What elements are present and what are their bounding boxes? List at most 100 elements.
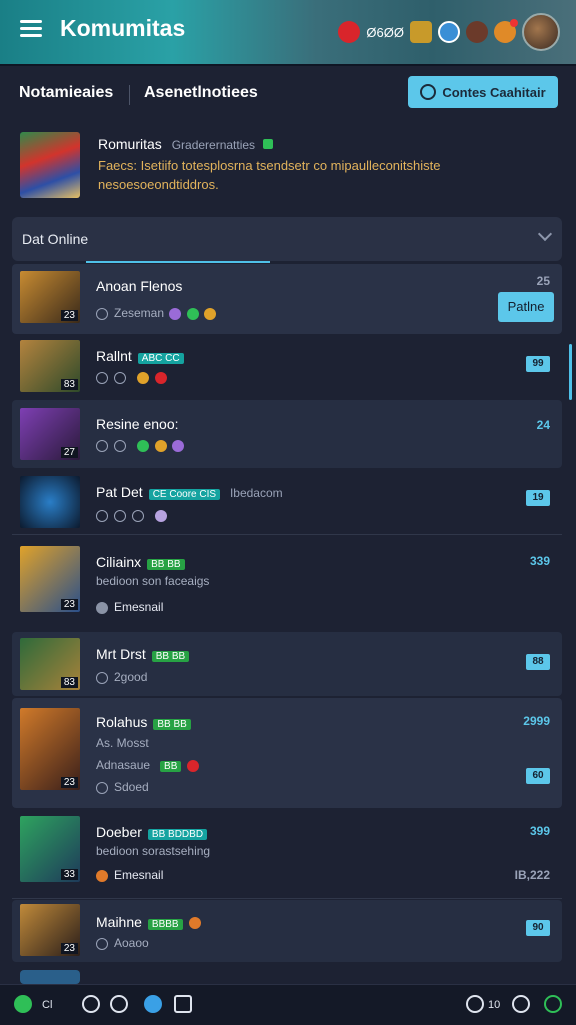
member-status: Emesnail <box>96 868 163 882</box>
member-count: 25 <box>536 274 550 288</box>
member-name: Anoan Flenos <box>96 278 183 294</box>
list-item[interactable]: 23 Maihne BBBB Aoaoo 90 <box>12 900 562 962</box>
member-name: Doeber BB BDDBD <box>96 824 208 840</box>
profile-icon[interactable] <box>544 995 562 1013</box>
app-title: Komumitas <box>60 15 186 41</box>
avatar: 33 <box>20 816 80 882</box>
notification-icon[interactable] <box>338 21 361 43</box>
check-icon <box>96 371 108 384</box>
member-sub: bedioon son faceaigs <box>96 574 210 588</box>
member-count-2: IB,222 <box>514 868 550 882</box>
profile-icon[interactable] <box>466 21 488 43</box>
member-sub <box>96 438 185 452</box>
globe-icon[interactable] <box>438 21 460 43</box>
chevron-down-icon <box>537 226 553 242</box>
chat-icon[interactable] <box>82 995 100 1013</box>
check-icon <box>96 307 108 320</box>
member-sub: 2good <box>96 670 147 684</box>
shield-icon <box>114 371 126 384</box>
game-icon[interactable] <box>110 995 128 1013</box>
member-name-text: Ciliainx <box>96 554 142 570</box>
member-badge: BB BB <box>153 719 191 730</box>
bottom-bar: Cl 10 <box>0 984 576 1025</box>
emoji-icon <box>137 439 150 452</box>
bottom-label: Cl <box>42 999 53 1011</box>
member-count: 88 <box>526 654 550 670</box>
list-item[interactable]: 23 Anoan Flenos Zeseman 25 Patlne <box>12 264 562 334</box>
menu-icon[interactable] <box>20 20 42 38</box>
list-item[interactable]: 33 Doeber BB BDDBD bedioon sorastsehing E… <box>12 812 562 898</box>
tab-notifications[interactable]: Notamieaies <box>19 84 113 102</box>
community-name-text: Romuritas <box>98 136 162 152</box>
avatar: 27 <box>20 408 80 460</box>
list-item[interactable]: 23 Ciliainx BB BB bedioon son faceaigs Em… <box>12 540 562 626</box>
gallery-icon[interactable] <box>174 995 192 1013</box>
tab-divider <box>129 85 130 105</box>
emoji-icon <box>169 307 182 320</box>
member-status: Emesnail <box>96 600 163 614</box>
list-item[interactable]: 83 Rallnt ABC CC 99 <box>12 336 562 396</box>
community-header: Romuritas Graderernatties Faecs: Isetiif… <box>20 132 560 200</box>
scrollbar[interactable] <box>569 344 572 400</box>
avatar: 23 <box>20 271 80 323</box>
member-count: 399 <box>529 824 550 838</box>
bird-icon[interactable] <box>144 995 162 1013</box>
dropdown-label: Dat Online <box>22 231 89 247</box>
check-icon <box>96 671 108 684</box>
member-sub: Aoaoo <box>96 936 149 950</box>
bottom-label: 10 <box>488 999 501 1011</box>
member-name-text: Mrt Drst <box>96 646 146 662</box>
member-name: Mrt Drst BB BB <box>96 646 190 662</box>
member-sub-2: Adnasaue BB <box>96 758 199 772</box>
member-badge: BB BB <box>147 559 185 570</box>
member-badge: BB BDDBD <box>147 829 208 840</box>
plus-circle-icon <box>420 84 437 100</box>
list-item[interactable]: 23 Rolahus BB BB As. Mosst Adnasaue BB Sdo… <box>12 698 562 808</box>
online-filter-dropdown[interactable]: Dat Online <box>12 217 562 261</box>
member-name: Rolahus BB BB <box>96 714 191 730</box>
member-badge: CE Coore CIS <box>148 489 221 500</box>
list-item[interactable]: 83 Mrt Drst BB BB 2good 88 <box>12 632 562 696</box>
gamepad-icon[interactable] <box>466 995 484 1013</box>
create-community-button[interactable]: Contes Caahitair <box>408 76 558 108</box>
check-icon <box>96 781 108 794</box>
settings-icon[interactable] <box>512 995 530 1013</box>
icon-text: Ø6ØØ <box>366 24 404 40</box>
status-icon <box>96 869 108 882</box>
emoji-icon <box>137 371 150 384</box>
member-name-text: Doeber <box>96 824 142 840</box>
check-icon <box>96 439 108 452</box>
home-icon[interactable] <box>14 995 32 1013</box>
divider <box>12 534 562 535</box>
avatar[interactable] <box>522 13 560 51</box>
member-count: 24 <box>536 418 550 432</box>
avatar <box>20 476 80 528</box>
avatar: 23 <box>20 708 80 790</box>
check-icon <box>96 937 108 950</box>
member-sub: bedioon sorastsehing <box>96 844 211 858</box>
follow-button[interactable]: Patlne <box>498 292 554 322</box>
emoji-icon <box>154 371 167 384</box>
member-sub <box>96 508 168 522</box>
member-name-text: Rallnt <box>96 348 132 364</box>
trophy-icon[interactable] <box>410 21 432 43</box>
member-sub <box>96 370 167 384</box>
member-name: Rallnt ABC CC <box>96 348 184 364</box>
member-name-text: Maihne <box>96 914 142 930</box>
list-item[interactable]: Pat Det CE Coore CIS Ibedacom 19 <box>12 472 562 534</box>
alerts-icon[interactable] <box>494 19 518 43</box>
member-name-text: Rolahus <box>96 714 148 730</box>
emoji-icon <box>155 509 168 522</box>
emoji-icon <box>186 759 199 772</box>
community-logo <box>20 132 80 198</box>
tab-announcements[interactable]: Asenetlnotiees <box>144 84 258 102</box>
member-badge: ABC CC <box>137 353 184 364</box>
list-item[interactable]: 27 Resine enoo: 24 <box>12 400 562 468</box>
top-icons: Ø6ØØ <box>338 13 560 51</box>
member-badge: BBBB <box>147 919 183 930</box>
member-name: Ciliainx BB BB <box>96 554 185 570</box>
member-name: Maihne BBBB <box>96 914 201 930</box>
member-sub: Zeseman <box>96 306 217 320</box>
member-name-text: Pat Det <box>96 484 143 500</box>
community-name: Romuritas Graderernatties <box>98 136 273 152</box>
